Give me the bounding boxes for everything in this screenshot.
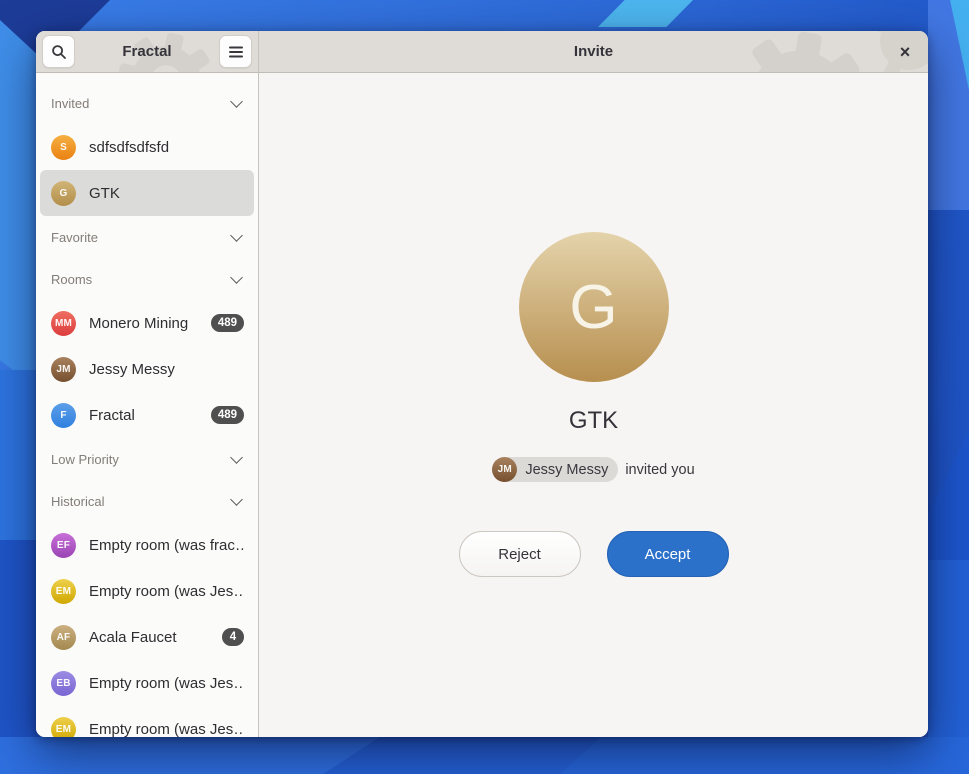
room-name: Empty room (was frac… bbox=[89, 537, 244, 554]
section-label: Historical bbox=[51, 494, 104, 509]
room-name: Jessy Messy bbox=[89, 361, 244, 378]
unread-badge: 4 bbox=[222, 628, 244, 646]
unread-badge: 489 bbox=[211, 314, 244, 332]
fractal-window: Fractal Invited S sdfsdfsdfsfd G GTK bbox=[36, 31, 928, 737]
sidebar-headerbar: Fractal bbox=[36, 31, 258, 73]
wallpaper-shape bbox=[0, 737, 380, 774]
room-item-empty-room-1[interactable]: EF Empty room (was frac… bbox=[40, 522, 254, 568]
sidebar: Fractal Invited S sdfsdfsdfsfd G GTK bbox=[36, 31, 259, 737]
section-label: Invited bbox=[51, 96, 89, 111]
room-list: Invited S sdfsdfsdfsfd G GTK Favorite Ro… bbox=[36, 73, 258, 737]
room-avatar: EF bbox=[51, 533, 76, 558]
invited-text: invited you bbox=[625, 462, 694, 478]
room-name: GTK bbox=[89, 185, 244, 202]
room-avatar: EM bbox=[51, 717, 76, 738]
room-item-empty-room-2[interactable]: EM Empty room (was Jes… bbox=[40, 568, 254, 614]
section-label: Favorite bbox=[51, 230, 98, 245]
invite-pane: G GTK JM Jessy Messy invited you Reject … bbox=[259, 73, 928, 737]
chevron-down-icon bbox=[230, 95, 243, 108]
main-headerbar: Invite × bbox=[259, 31, 928, 73]
room-item-empty-room-4[interactable]: EM Empty room (was Jes… bbox=[40, 706, 254, 737]
room-avatar: MM bbox=[51, 311, 76, 336]
chevron-down-icon bbox=[230, 229, 243, 242]
chevron-down-icon bbox=[230, 271, 243, 284]
room-item-monero-mining[interactable]: MM Monero Mining 489 bbox=[40, 300, 254, 346]
room-item-fractal[interactable]: F Fractal 489 bbox=[40, 392, 254, 438]
accept-button[interactable]: Accept bbox=[607, 531, 729, 577]
wallpaper-shape bbox=[928, 430, 969, 570]
inviter-row: JM Jessy Messy invited you bbox=[492, 457, 694, 482]
wallpaper-shape bbox=[0, 20, 40, 390]
hamburger-menu-icon bbox=[229, 46, 243, 58]
wallpaper-shape bbox=[0, 370, 40, 550]
room-name: Monero Mining bbox=[89, 315, 198, 332]
sidebar-section-favorite[interactable]: Favorite bbox=[36, 216, 258, 258]
room-avatar: EB bbox=[51, 671, 76, 696]
room-name: Acala Faucet bbox=[89, 629, 209, 646]
unread-badge: 489 bbox=[211, 406, 244, 424]
chevron-down-icon bbox=[230, 493, 243, 506]
room-avatar: JM bbox=[51, 357, 76, 382]
room-avatar: F bbox=[51, 403, 76, 428]
invite-actions: Reject Accept bbox=[459, 531, 729, 577]
section-label: Low Priority bbox=[51, 452, 119, 467]
section-label: Rooms bbox=[51, 272, 92, 287]
view-title: Invite bbox=[259, 31, 928, 72]
invite-view: Invite × G GTK JM Jessy Messy invited yo… bbox=[259, 31, 928, 737]
reject-button[interactable]: Reject bbox=[459, 531, 581, 577]
room-item-acala-faucet[interactable]: AF Acala Faucet 4 bbox=[40, 614, 254, 660]
room-avatar: G bbox=[51, 181, 76, 206]
room-item-gtk[interactable]: G GTK bbox=[40, 170, 254, 216]
room-title: GTK bbox=[569, 407, 618, 435]
sidebar-section-low-priority[interactable]: Low Priority bbox=[36, 438, 258, 480]
room-avatar: S bbox=[51, 135, 76, 160]
inviter-name: Jessy Messy bbox=[525, 462, 608, 478]
room-name: Empty room (was Jes… bbox=[89, 675, 244, 692]
room-avatar-large: G bbox=[519, 232, 669, 382]
sidebar-section-invited[interactable]: Invited bbox=[36, 82, 258, 124]
inviter-pill: JM Jessy Messy bbox=[492, 457, 618, 482]
room-item-empty-room-3[interactable]: EB Empty room (was Jes… bbox=[40, 660, 254, 706]
wallpaper-shape bbox=[598, 0, 693, 27]
close-icon: × bbox=[900, 42, 911, 62]
sidebar-section-historical[interactable]: Historical bbox=[36, 480, 258, 522]
sidebar-section-rooms[interactable]: Rooms bbox=[36, 258, 258, 300]
room-item-jessy-messy[interactable]: JM Jessy Messy bbox=[40, 346, 254, 392]
menu-button[interactable] bbox=[219, 35, 252, 68]
room-name: sdfsdfsdfsfd bbox=[89, 139, 244, 156]
room-item-sdfsdfsdfsfd[interactable]: S sdfsdfsdfsfd bbox=[40, 124, 254, 170]
close-button[interactable]: × bbox=[892, 39, 918, 65]
room-name: Fractal bbox=[89, 407, 198, 424]
room-avatar: EM bbox=[51, 579, 76, 604]
inviter-avatar: JM bbox=[492, 457, 517, 482]
room-avatar: AF bbox=[51, 625, 76, 650]
room-name: Empty room (was Jes… bbox=[89, 721, 244, 738]
room-name: Empty room (was Jes… bbox=[89, 583, 244, 600]
chevron-down-icon bbox=[230, 451, 243, 464]
wallpaper-shape bbox=[560, 737, 969, 774]
